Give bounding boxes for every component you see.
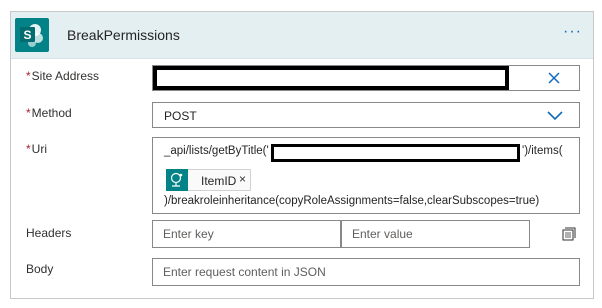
svg-text:S: S: [23, 28, 31, 42]
required-marker: *: [26, 142, 31, 156]
method-label: *Method: [26, 106, 72, 120]
method-value: POST: [164, 109, 197, 123]
uri-after-title: ')/items(: [522, 145, 563, 157]
uri-suffix: )/breakroleinheritance(copyRoleAssignmen…: [164, 195, 540, 207]
itemid-token[interactable]: ItemID ×: [166, 169, 251, 191]
site-address-field[interactable]: [152, 65, 580, 91]
uri-label-text: Uri: [31, 142, 47, 156]
body-input[interactable]: [152, 258, 580, 286]
chevron-down-icon[interactable]: [547, 109, 563, 121]
site-address-label-text: Site Address: [31, 69, 100, 83]
uri-field[interactable]: _api/lists/getByTitle(' ')/items( ItemID…: [152, 137, 580, 214]
remove-token-icon[interactable]: ×: [239, 172, 246, 186]
sharepoint-logo-icon: S: [15, 18, 49, 52]
token-label: ItemID: [201, 174, 237, 188]
method-select[interactable]: POST: [152, 102, 580, 128]
header-key-input[interactable]: [152, 220, 341, 248]
uri-label: *Uri: [26, 142, 47, 156]
header-value-input[interactable]: [341, 220, 530, 248]
action-card: S BreakPermissions ··· *Site Address *Me…: [10, 11, 594, 299]
redacted-site-address: [153, 66, 509, 90]
required-marker: *: [26, 69, 31, 83]
more-options-icon[interactable]: ···: [563, 24, 583, 40]
redacted-list-title: [271, 144, 520, 162]
uri-prefix: _api/lists/getByTitle(': [164, 145, 269, 157]
clear-icon[interactable]: [547, 71, 561, 85]
switch-to-text-mode-icon[interactable]: [562, 227, 576, 241]
action-title: BreakPermissions: [67, 27, 180, 43]
headers-label: Headers: [26, 226, 72, 240]
site-address-label: *Site Address: [26, 69, 99, 83]
required-marker: *: [26, 106, 31, 120]
action-header[interactable]: S BreakPermissions ···: [11, 12, 593, 59]
body-label: Body: [26, 262, 54, 276]
dynamic-content-icon: [166, 169, 188, 191]
method-label-text: Method: [31, 106, 72, 120]
